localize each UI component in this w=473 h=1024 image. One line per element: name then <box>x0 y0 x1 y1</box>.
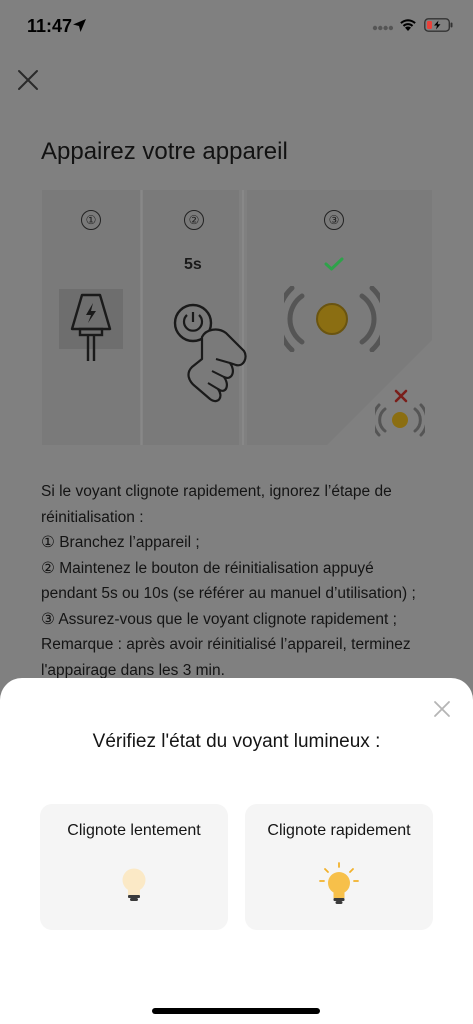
instruction-line: Si le voyant clignote rapidement, ignore… <box>41 483 392 500</box>
option-slow-blink-label: Clignote lentement <box>67 822 201 839</box>
wifi-icon <box>400 19 416 31</box>
home-indicator[interactable] <box>152 1008 320 1014</box>
dim-bulb-icon <box>122 868 146 901</box>
press-button-hand-icon <box>173 303 247 403</box>
pairing-illustration: ① ② ③ 5s <box>42 190 442 445</box>
cross-icon <box>394 389 408 403</box>
battery-icon <box>424 18 453 32</box>
instruction-line: réinitialisation : <box>41 508 144 526</box>
page-title: Appairez votre appareil <box>41 138 288 165</box>
step-1-number: ① <box>81 210 101 230</box>
instruction-line: ② Maintenez le bouton de réinitialisatio… <box>41 559 374 577</box>
instruction-line: pendant 5s ou 10s (se référer au manuel … <box>41 585 416 602</box>
option-fast-blink[interactable]: Clignote rapidement <box>245 804 433 930</box>
bright-bulb-icon <box>319 862 359 904</box>
duration-label: 5s <box>184 256 202 273</box>
cellular-signal-icon <box>372 25 394 31</box>
instruction-line: ③ Assurez-vous que le voyant clignote ra… <box>41 610 397 628</box>
location-arrow-icon <box>73 19 86 32</box>
status-time: 11:47 <box>27 16 73 36</box>
plug-in-icon <box>59 289 123 361</box>
check-icon <box>324 257 344 271</box>
step-2-number: ② <box>184 210 204 230</box>
step-3-number: ③ <box>324 210 344 230</box>
instruction-line: ① Branchez l’appareil ; <box>41 534 200 551</box>
slow-blink-led-icon <box>375 403 425 437</box>
instructions-text: Si le voyant clignote rapidement, ignore… <box>41 479 446 683</box>
instruction-line: Remarque : après avoir réinitialisé l’ap… <box>41 636 411 653</box>
sheet-title: Vérifiez l'état du voyant lumineux : <box>92 731 381 752</box>
sheet-close-icon[interactable] <box>430 697 454 721</box>
fast-blink-led-icon <box>284 286 380 352</box>
close-icon[interactable] <box>16 68 40 92</box>
option-fast-blink-label: Clignote rapidement <box>267 822 411 839</box>
option-slow-blink[interactable]: Clignote lentement <box>40 804 228 930</box>
